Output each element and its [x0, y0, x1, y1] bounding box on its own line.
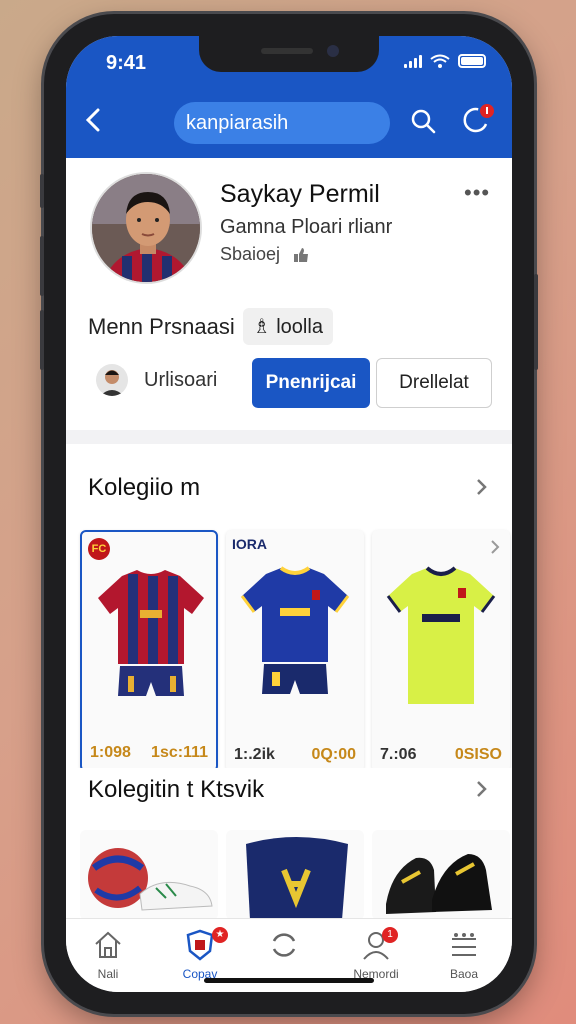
collection-chevron-icon[interactable] — [472, 478, 490, 496]
notch — [199, 36, 379, 72]
accessory-card[interactable] — [372, 830, 510, 920]
power-button — [534, 274, 538, 370]
collection-card[interactable]: 7.:06 0SISO — [372, 530, 510, 772]
card-price-secondary: 1sc:111 — [151, 744, 208, 761]
profile-status-text: Sbaioej — [220, 244, 281, 264]
tab-profile-badge: 1 — [382, 927, 398, 943]
secondary-action-button[interactable]: Drellelat — [376, 358, 492, 408]
search-icon[interactable] — [408, 106, 438, 136]
profile-avatar[interactable] — [90, 172, 202, 284]
profile-card: Saykay Permil Gamna Ploari rlianr Sbaioe… — [66, 158, 512, 430]
back-icon[interactable] — [80, 106, 108, 134]
follower-label: Urlisoari — [144, 368, 218, 391]
home-indicator[interactable] — [204, 978, 374, 983]
accessories-title: Kolegitin t Ktsvik — [88, 776, 265, 803]
profile-status: Sbaioej — [220, 244, 310, 265]
accessories-row — [80, 830, 510, 920]
accessories-chevron-icon[interactable] — [472, 780, 490, 798]
follower-avatar — [96, 364, 128, 396]
tab-home[interactable]: Nali — [68, 929, 148, 981]
tab-home-label: Nali — [97, 967, 119, 981]
signal-icon — [404, 54, 422, 68]
thumbs-up-icon[interactable] — [292, 246, 310, 264]
profile-subtitle: Gamna Ploari rlianr — [220, 216, 393, 238]
card-price: 1:.2ik — [234, 746, 275, 763]
collection-title: Kolegiio m — [88, 474, 201, 501]
boots-image — [386, 854, 492, 914]
refresh-icon — [272, 933, 296, 957]
tab-club-badge: ★ — [212, 927, 228, 943]
tab-more-label: Baoa — [449, 967, 479, 981]
tab-club[interactable]: ★ Copav — [160, 927, 240, 981]
primary-action-button[interactable]: Pnenrijcai — [252, 358, 370, 408]
membership-row: Menn Prsnaasi ♗ loolla — [88, 308, 333, 345]
card-price: 7.:06 — [380, 746, 417, 763]
membership-label: Menn Prsnaasi — [88, 313, 235, 339]
ball-and-shoe-image — [88, 848, 213, 911]
card-chevron-icon[interactable] — [488, 540, 502, 554]
battery-icon — [458, 54, 486, 68]
search-field[interactable]: kanpiarasih — [174, 102, 390, 144]
phone-frame: 9:41 kanpiarasih Saykay Permil Gamna Plo… — [40, 14, 538, 1014]
card-price-secondary: 0Q:00 — [311, 746, 356, 763]
collection-cards: FC 1:098 1sc:111 IORA 1:.2ik 0Q:00 7.:06… — [80, 530, 510, 772]
collection-card[interactable]: IORA 1:.2ik 0Q:00 — [226, 530, 364, 772]
mute-switch — [40, 174, 44, 208]
card-price-secondary: 0SISO — [454, 746, 502, 763]
tab-more[interactable]: Baoa — [424, 929, 504, 981]
jersey-image — [240, 566, 350, 694]
menu-icon — [452, 933, 476, 956]
accessory-card[interactable] — [80, 830, 218, 920]
status-icons — [404, 54, 486, 68]
jersey-image — [386, 566, 496, 704]
card-tag: IORA — [232, 536, 267, 552]
volume-up-button — [40, 236, 44, 296]
membership-chip[interactable]: ♗ loolla — [242, 308, 333, 345]
volume-down-button — [40, 310, 44, 370]
status-time: 9:41 — [106, 52, 147, 74]
accessory-card[interactable] — [226, 830, 364, 920]
accessories-section: Kolegitin t Ktsvik — [66, 768, 512, 920]
jersey-image — [98, 570, 204, 696]
card-price: 1:098 — [90, 744, 131, 761]
wifi-icon — [430, 54, 450, 68]
follower-row[interactable]: Urlisoari — [96, 364, 217, 396]
tab-refresh[interactable] — [244, 929, 324, 967]
club-crest-icon: FC — [88, 538, 110, 560]
collection-card[interactable]: FC 1:098 1sc:111 — [80, 530, 218, 772]
home-icon — [95, 931, 121, 958]
scarf-image — [246, 837, 348, 920]
notification-badge — [478, 102, 496, 120]
profile-name: Saykay Permil — [220, 180, 380, 208]
screen: 9:41 kanpiarasih Saykay Permil Gamna Plo… — [66, 36, 512, 992]
collection-section: Kolegiio m FC 1:098 1sc:111 IORA 1:.2ik … — [66, 444, 512, 792]
tab-profile[interactable]: 1 Nemordi — [336, 927, 416, 981]
more-options-icon[interactable]: ••• — [464, 180, 490, 206]
